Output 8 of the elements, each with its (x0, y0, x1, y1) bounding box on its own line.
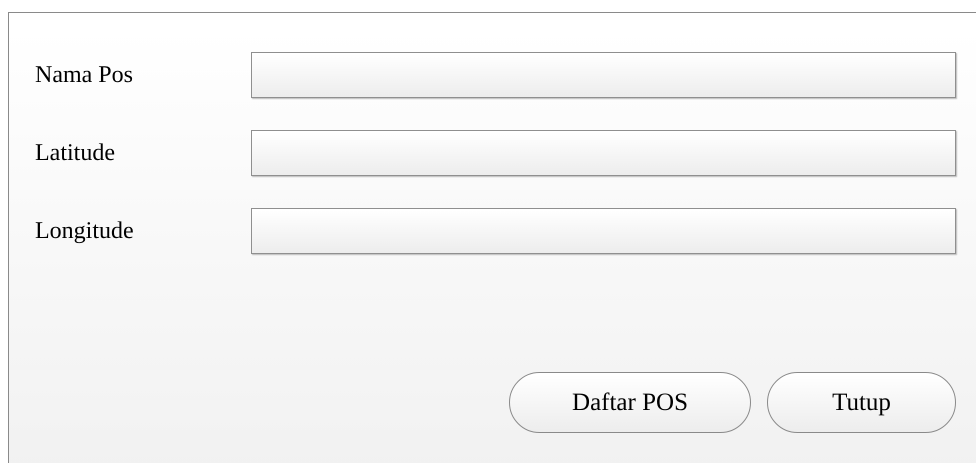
action-button[interactable]: Daftar POS (509, 372, 751, 433)
field-label: Nama Pos (34, 61, 134, 90)
input-field[interactable] (251, 208, 956, 254)
input-field[interactable] (251, 130, 956, 176)
action-button[interactable]: Tutup (767, 372, 956, 433)
input-field[interactable] (251, 52, 956, 98)
field-label: Latitude (34, 139, 116, 168)
field-label: Longitude (34, 217, 135, 246)
